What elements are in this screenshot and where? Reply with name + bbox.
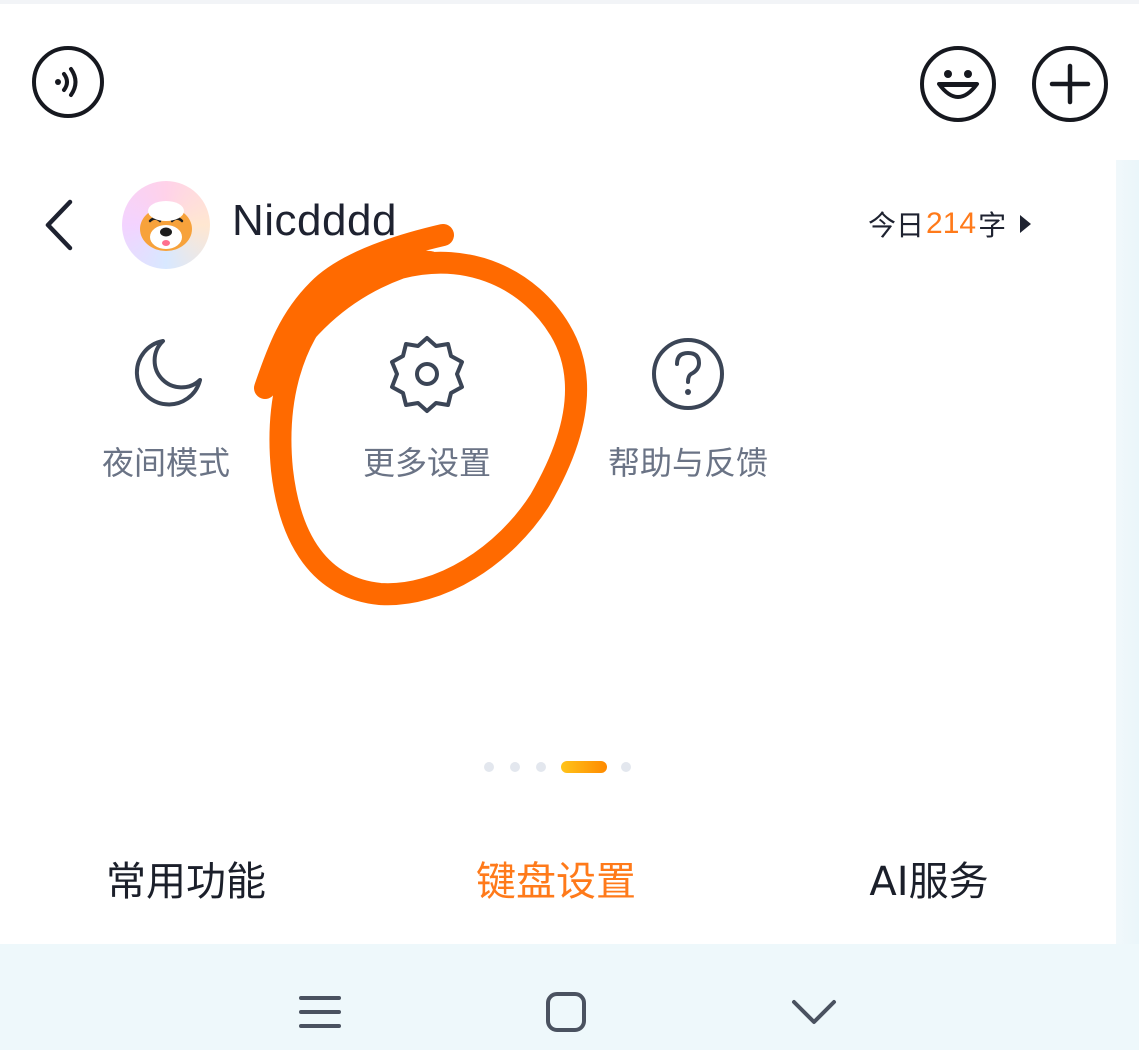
nav-collapse-button[interactable] (784, 982, 844, 1042)
today-word-count[interactable]: 今日 214 字 (868, 204, 1032, 244)
help-circle-icon (652, 338, 724, 410)
page-indicator (0, 759, 1116, 775)
chevron-left-icon (45, 199, 73, 251)
feature-night-mode[interactable]: 夜间模式 (66, 330, 266, 490)
today-suffix: 字 (978, 209, 1007, 242)
voice-wave-icon (55, 67, 78, 97)
feature-more-settings[interactable]: 更多设置 (327, 330, 527, 490)
bottom-tab-bar: 常用功能 键盘设置 AI服务 (0, 840, 1116, 924)
page-dot-active (561, 761, 607, 773)
nav-menu-button[interactable] (290, 982, 350, 1042)
dog-avatar-image (140, 201, 192, 251)
nav-home-button[interactable] (536, 982, 596, 1042)
emoji-button[interactable] (920, 46, 996, 122)
feature-help-feedback[interactable]: 帮助与反馈 (588, 330, 788, 490)
page-dot (621, 762, 631, 772)
feature-label: 帮助与反馈 (607, 444, 768, 482)
gear-icon (390, 336, 464, 413)
keyboard-settings-panel (0, 160, 1116, 944)
tab-ai-service[interactable]: AI服务 (829, 840, 1029, 924)
plus-icon (1049, 63, 1091, 105)
moon-icon (134, 339, 202, 407)
add-button[interactable] (1032, 46, 1108, 122)
page-dot (536, 762, 546, 772)
smiley-icon (937, 70, 979, 99)
chevron-down-icon (792, 1000, 836, 1024)
username[interactable]: Nicdddd (232, 196, 397, 246)
square-home-icon (546, 992, 586, 1032)
menu-icon (299, 996, 341, 1028)
voice-button[interactable] (32, 46, 104, 118)
avatar[interactable] (122, 181, 210, 269)
tab-common-functions[interactable]: 常用功能 (86, 840, 286, 924)
back-button[interactable] (36, 196, 86, 256)
play-arrow-icon (1020, 215, 1032, 233)
page-dot (484, 762, 494, 772)
panel-edge (1116, 160, 1139, 1050)
tab-keyboard-settings[interactable]: 键盘设置 (456, 840, 656, 924)
today-prefix: 今日 (868, 209, 925, 242)
feature-label: 更多设置 (362, 444, 491, 482)
top-divider (0, 0, 1139, 4)
today-count: 214 (926, 207, 977, 240)
feature-label: 夜间模式 (101, 444, 230, 482)
page-dot (510, 762, 520, 772)
